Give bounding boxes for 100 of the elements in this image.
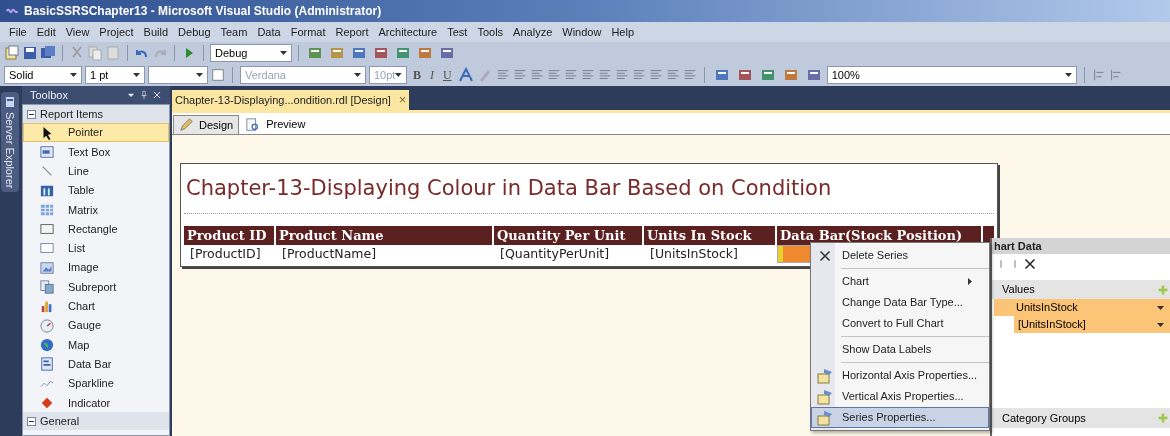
subreport-icon bbox=[40, 280, 54, 294]
menu-item[interactable]: Format bbox=[285, 23, 331, 41]
new-item-icon[interactable] bbox=[4, 45, 20, 61]
toolbox-item[interactable]: Line bbox=[23, 161, 169, 181]
menu-item[interactable]: Change Data Bar Type... bbox=[811, 292, 989, 313]
menu-item[interactable]: Architecture bbox=[373, 23, 443, 41]
copy-icon[interactable] bbox=[87, 45, 103, 61]
menu-item[interactable]: Build bbox=[138, 23, 174, 41]
submenu-arrow-icon bbox=[968, 278, 972, 285]
italic-button[interactable]: I bbox=[427, 66, 437, 84]
toolbox-item[interactable]: Subreport bbox=[23, 277, 169, 297]
toolbar-tool-icon[interactable] bbox=[439, 45, 455, 61]
group-header[interactable]: Report Items bbox=[23, 105, 169, 123]
align-icon[interactable] bbox=[580, 68, 595, 82]
line-style-dropdown[interactable]: Solid bbox=[4, 66, 82, 84]
toolbox-item[interactable]: Rectangle bbox=[23, 219, 169, 239]
align-icon[interactable] bbox=[597, 68, 612, 82]
toolbox-item[interactable]: Sparkline bbox=[23, 373, 169, 394]
menu-item[interactable]: Convert to Full Chart bbox=[811, 313, 989, 334]
side-tab[interactable]: Server Explorer bbox=[1, 92, 19, 193]
menu-item[interactable]: Horizontal Axis Properties... bbox=[811, 365, 989, 386]
align-icon[interactable] bbox=[546, 68, 561, 82]
add-icon[interactable] bbox=[1158, 284, 1168, 295]
toolbar-tool-icon[interactable] bbox=[373, 45, 389, 61]
align-icon[interactable] bbox=[495, 68, 510, 82]
toolbox-item[interactable]: Indicator bbox=[23, 393, 169, 413]
matrix-icon bbox=[40, 202, 54, 217]
toolbox-item[interactable]: Matrix bbox=[23, 200, 169, 220]
bold-button[interactable]: B bbox=[410, 66, 424, 84]
toolbox-item[interactable]: Pointer bbox=[23, 123, 169, 143]
collapse-icon[interactable] bbox=[27, 109, 36, 119]
toolbar-tool-icon[interactable] bbox=[307, 45, 323, 61]
toolbar-tool-icon[interactable] bbox=[329, 45, 345, 61]
paste-icon[interactable] bbox=[105, 45, 121, 61]
align-icon[interactable] bbox=[563, 68, 578, 82]
toolbar-tool-icon[interactable] bbox=[417, 45, 433, 61]
menu-item[interactable]: Data bbox=[252, 23, 286, 41]
save-all-icon[interactable] bbox=[40, 45, 56, 61]
border-icon[interactable] bbox=[211, 68, 225, 82]
collapse-icon[interactable] bbox=[27, 416, 36, 426]
document-tab[interactable]: Chapter-13-Displaying...ondition.rdl [Design] × bbox=[172, 90, 410, 110]
view-tab[interactable]: Preview bbox=[241, 115, 311, 134]
menu-item[interactable]: Project bbox=[94, 23, 139, 41]
align-icon[interactable] bbox=[665, 68, 680, 82]
align-icon[interactable] bbox=[1108, 68, 1123, 82]
toolbox-item[interactable]: Image bbox=[23, 258, 169, 278]
pin-icon[interactable] bbox=[139, 90, 149, 100]
align-icon[interactable] bbox=[631, 68, 646, 82]
align-icon[interactable] bbox=[512, 68, 527, 82]
zoom-dropdown[interactable]: 100% bbox=[826, 66, 1077, 84]
toolbar-tool-icon[interactable] bbox=[805, 67, 822, 83]
menu-item[interactable]: Vertical Axis Properties... bbox=[811, 386, 989, 407]
pencil-icon bbox=[179, 118, 193, 132]
font-color-icon[interactable] bbox=[457, 67, 474, 83]
menu-item[interactable]: Window bbox=[557, 23, 607, 41]
align-icon[interactable] bbox=[614, 68, 629, 82]
view-tab[interactable]: Design bbox=[173, 115, 240, 134]
toolbar-tool-icon[interactable] bbox=[351, 45, 367, 61]
menu-item[interactable]: Team bbox=[215, 23, 253, 41]
value-field[interactable]: UnitsInStock bbox=[994, 299, 1170, 316]
toolbar-tool-icon[interactable] bbox=[782, 67, 799, 83]
toolbox-item[interactable]: Chart bbox=[23, 296, 169, 316]
diamond-icon bbox=[40, 395, 54, 410]
toolbox-item[interactable]: Text Box bbox=[23, 142, 169, 162]
toolbox-item[interactable]: Table bbox=[23, 180, 169, 201]
menu-item[interactable]: Tools bbox=[472, 23, 509, 41]
menu-item[interactable]: File bbox=[4, 23, 32, 41]
menu-item[interactable]: Delete Series bbox=[811, 245, 989, 266]
toolbox-item[interactable]: Data Bar bbox=[23, 354, 169, 374]
menu-item[interactable]: Debug bbox=[173, 23, 216, 41]
align-icon[interactable] bbox=[1091, 68, 1106, 82]
menu-item[interactable]: Edit bbox=[31, 23, 61, 41]
menu-item[interactable]: Analyze bbox=[508, 23, 558, 41]
toolbar-tool-icon[interactable] bbox=[736, 67, 753, 83]
toolbar-tool-icon[interactable] bbox=[713, 67, 730, 83]
toolbox-item[interactable]: List bbox=[23, 238, 169, 259]
toolbox-item[interactable]: Map bbox=[23, 335, 169, 355]
menu-item[interactable]: Report bbox=[330, 23, 374, 41]
line-width-dropdown[interactable]: 1 pt bbox=[85, 66, 145, 84]
menu-item[interactable]: Test bbox=[442, 23, 473, 41]
configuration-dropdown[interactable]: Debug bbox=[210, 44, 292, 62]
add-icon[interactable] bbox=[1158, 413, 1168, 423]
panel-title: Toolbox bbox=[30, 87, 68, 103]
align-icon[interactable] bbox=[648, 68, 663, 82]
align-icon[interactable] bbox=[682, 68, 697, 82]
toolbox-item[interactable]: Gauge bbox=[23, 315, 169, 336]
close-icon[interactable] bbox=[1024, 258, 1036, 270]
close-tab-button[interactable]: × bbox=[398, 90, 407, 110]
group-header[interactable]: General bbox=[23, 412, 169, 431]
toolbar-tool-icon[interactable] bbox=[395, 45, 411, 61]
menu-item[interactable]: Series Properties... bbox=[811, 407, 989, 428]
menu-item[interactable]: Show Data Labels bbox=[811, 339, 989, 360]
menu-item[interactable]: Chart bbox=[811, 271, 989, 292]
menu-item[interactable]: Help bbox=[606, 23, 639, 41]
menu-item[interactable]: View bbox=[60, 23, 95, 41]
align-icon[interactable] bbox=[529, 68, 544, 82]
save-icon[interactable] bbox=[22, 45, 38, 61]
value-field[interactable]: [UnitsInStock] bbox=[1014, 316, 1170, 333]
toolbar-tool-icon[interactable] bbox=[759, 67, 776, 83]
underline-button[interactable]: U bbox=[440, 66, 455, 84]
